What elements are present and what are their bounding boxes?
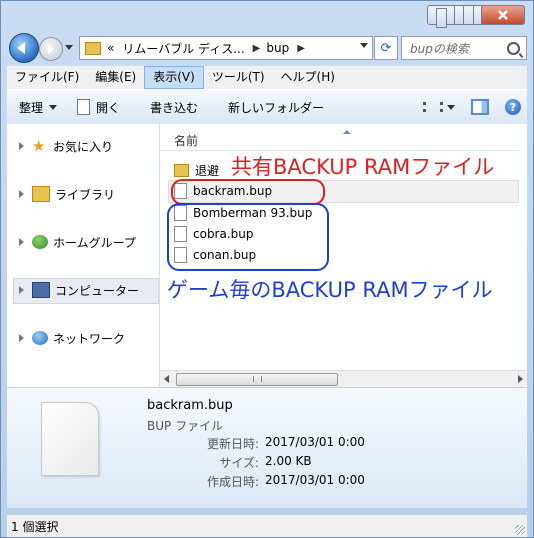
maximize-button[interactable] [455, 5, 482, 25]
details-pane: backram.bup BUP ファイル 更新日時: 2017/03/01 0:… [7, 388, 527, 508]
detail-value: 2017/03/01 0:00 [265, 473, 365, 487]
star-icon: ★ [32, 137, 46, 155]
menu-file[interactable]: ファイル(F) [7, 67, 87, 88]
menu-help[interactable]: ヘルプ(H) [273, 67, 343, 88]
chevron-down-icon[interactable] [447, 104, 455, 114]
open-label: 開く [96, 100, 121, 115]
sort-ascending-icon [343, 126, 351, 134]
nav-item-computer[interactable]: コンピューター [19, 279, 139, 301]
new-folder-button[interactable]: 新しいフォルダー [208, 99, 334, 116]
scroll-left-icon[interactable] [164, 375, 169, 383]
maximize-icon [462, 5, 474, 25]
menu-edit[interactable]: 編集(E) [87, 67, 144, 88]
expand-arrow-icon[interactable] [19, 238, 28, 246]
window-controls [427, 5, 525, 28]
nav-item-favorites[interactable]: ★ お気に入り [19, 135, 113, 157]
minimize-icon [435, 8, 447, 28]
menu-view[interactable]: 表示(V) [144, 66, 204, 89]
expand-arrow-icon[interactable] [19, 190, 28, 198]
library-icon [32, 186, 50, 202]
detail-value: 2.00 KB [265, 454, 312, 468]
burn-label: 書き込む [150, 100, 199, 115]
search-box[interactable]: bupの検索 [401, 36, 527, 60]
detail-file-type: BUP ファイル [147, 419, 224, 433]
view-options-icon[interactable] [423, 102, 443, 112]
history-dropdown-icon[interactable] [65, 45, 73, 54]
minimize-button[interactable] [427, 5, 455, 28]
detail-modified: 更新日時: 2017/03/01 0:00 [147, 435, 407, 452]
folder-icon [85, 41, 101, 55]
annotation-per-game-text: ゲーム毎のBACKUP RAMファイル [167, 278, 493, 302]
status-text: 1 個選択 [11, 519, 59, 534]
document-icon [77, 99, 91, 115]
detail-label: サイズ: [219, 456, 259, 470]
annotation-shared-text: 共有BACKUP RAMファイル [231, 155, 495, 179]
detail-size: サイズ: 2.00 KB [147, 454, 407, 471]
homegroup-icon [32, 235, 48, 249]
status-bar: 1 個選択 [7, 514, 527, 537]
chevron-down-icon [49, 104, 58, 114]
refresh-button[interactable]: ⟳ [374, 36, 398, 60]
view-controls: ? [413, 90, 527, 124]
command-bar: 整理 開く 書き込む 新しいフォルダー ? [7, 89, 527, 125]
search-input[interactable]: bupの検索 [410, 40, 507, 57]
search-icon [507, 41, 520, 55]
nav-item-network[interactable]: ネットワーク [19, 327, 125, 349]
nav-label: お気に入り [53, 139, 114, 154]
chevron-right-icon[interactable]: ▶ [253, 43, 261, 54]
scrollbar-thumb[interactable] [176, 373, 338, 386]
annotation-per-game-outline [167, 203, 329, 271]
burn-button[interactable]: 書き込む [130, 99, 208, 116]
column-header-name[interactable]: 名前 [160, 124, 519, 151]
expand-arrow-icon[interactable] [19, 334, 28, 342]
breadcrumb-removable-disk[interactable]: リムーバブル ディス... [122, 40, 244, 57]
computer-icon [32, 282, 50, 298]
explorer-window: « リムーバブル ディス... ▶ bup ▶ ⟳ bupの検索 ファイル(F)… [0, 0, 534, 538]
horizontal-scrollbar[interactable] [160, 370, 527, 387]
file-name: 退避 [195, 163, 220, 178]
help-icon[interactable]: ? [505, 99, 521, 115]
menu-bar: ファイル(F) 編集(E) 表示(V) ツール(T) ヘルプ(H) [7, 65, 527, 89]
grip-icon [253, 376, 262, 382]
open-button[interactable]: 開く [67, 99, 130, 116]
nav-label: ライブラリ [55, 187, 116, 202]
nav-item-homegroup[interactable]: ホームグループ [19, 231, 136, 253]
nav-label: ホームグループ [53, 235, 136, 250]
chevron-right-icon[interactable]: ▶ [297, 43, 305, 54]
resize-grip-icon[interactable] [515, 525, 525, 535]
detail-label: 更新日時: [206, 437, 259, 451]
nav-label: コンピューター [55, 283, 140, 298]
expand-arrow-icon[interactable] [19, 286, 28, 294]
preview-pane-icon[interactable] [471, 99, 489, 115]
refresh-icon: ⟳ [380, 40, 392, 56]
close-icon [498, 10, 508, 20]
organize-label: 整理 [19, 100, 44, 115]
back-button[interactable] [9, 33, 39, 63]
detail-label: 作成日時: [206, 475, 259, 489]
breadcrumb-bup[interactable]: bup [266, 41, 289, 55]
new-folder-label: 新しいフォルダー [228, 100, 325, 115]
menu-tools[interactable]: ツール(T) [204, 67, 273, 88]
address-bar[interactable]: « リムーバブル ディス... ▶ bup ▶ [79, 36, 373, 60]
annotation-shared-outline [171, 179, 325, 205]
scroll-right-icon[interactable] [518, 375, 523, 383]
navigation-row: « リムーバブル ディス... ▶ bup ▶ ⟳ bupの検索 [7, 31, 527, 63]
detail-value: 2017/03/01 0:00 [265, 435, 365, 449]
address-dropdown-icon[interactable] [360, 43, 368, 52]
column-name-label: 名前 [174, 134, 199, 148]
nav-label: ネットワーク [53, 331, 126, 346]
expand-arrow-icon[interactable] [19, 142, 28, 150]
network-icon [32, 331, 48, 345]
detail-file-name: backram.bup [147, 398, 233, 413]
navigation-pane: ★ お気に入り ライブラリ ホームグループ コンピューター ネットワーク [7, 124, 160, 387]
forward-button[interactable] [39, 37, 63, 61]
nav-item-libraries[interactable]: ライブラリ [19, 183, 115, 205]
organize-button[interactable]: 整理 [7, 99, 67, 116]
folder-icon [174, 163, 189, 177]
close-button[interactable] [482, 5, 525, 25]
detail-created: 作成日時: 2017/03/01 0:00 [147, 473, 407, 490]
breadcrumb-overflow[interactable]: « [107, 41, 114, 55]
file-thumbnail-icon [41, 402, 99, 476]
list-item-folder[interactable]: 退避 [174, 160, 219, 180]
